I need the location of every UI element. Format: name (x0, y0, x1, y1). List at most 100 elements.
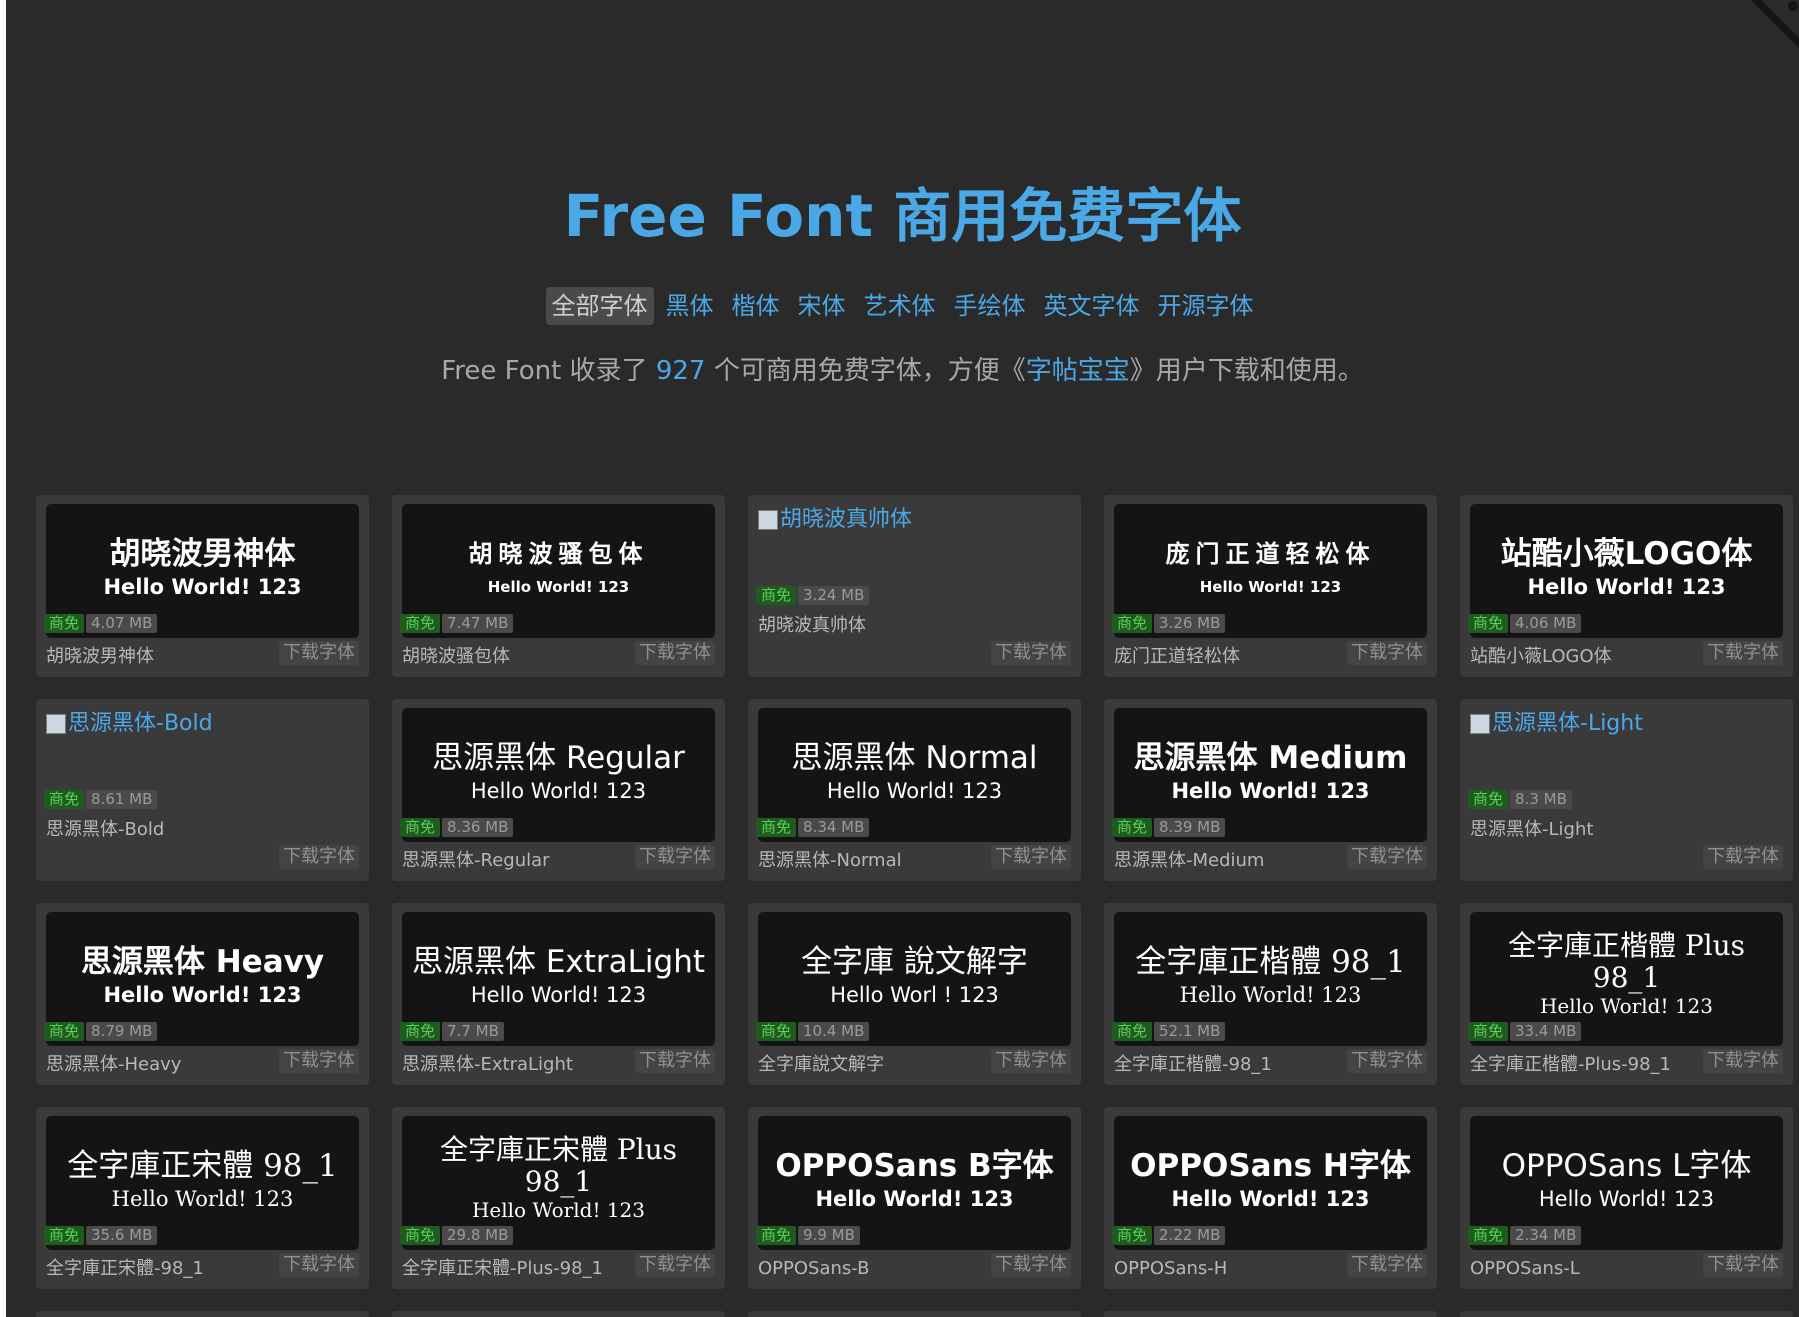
font-name[interactable]: 思源黑体-Light (1470, 818, 1593, 842)
font-card[interactable]: 思源黑体 Heavy Hello World! 123 商免 8.79 MB 思源黑体-… (36, 903, 369, 1085)
font-card[interactable]: 胡晓波骚包体 Hello World! 123 商免 7.47 MB 胡晓波骚包体 下载字… (392, 495, 725, 677)
download-button[interactable]: 下载字体 (1703, 1049, 1783, 1073)
font-name[interactable]: 站酷小薇LOGO体 (1470, 645, 1612, 669)
download-button[interactable]: 下载字体 (991, 641, 1071, 665)
download-button[interactable]: 下载字体 (991, 845, 1071, 869)
font-card[interactable]: 庞门正道轻松体 Hello World! 123 商免 3.26 MB 庞门正道轻松体下… (1104, 495, 1437, 677)
tab-1[interactable]: 黑体 (660, 287, 720, 325)
font-name[interactable]: 思源黑体-ExtraLight (402, 1053, 573, 1077)
download-button[interactable]: 下载字体 (279, 1049, 359, 1073)
download-button[interactable]: 下载字体 (635, 1049, 715, 1073)
font-name[interactable]: 思源黑体-Bold (46, 818, 164, 842)
font-name[interactable]: 全字庫正宋體-Plus-98_1 (402, 1257, 603, 1281)
download-button[interactable]: 下载字体 (635, 1253, 715, 1277)
tab-7[interactable]: 开源字体 (1152, 287, 1260, 325)
preview-hello-text: Hello Worl ! 123 (830, 983, 999, 1007)
commercial-free-badge: 商免 (400, 1022, 441, 1041)
font-card[interactable]: OPPOSans L字体 Hello World! 123 商免 2.34 MB OPP… (1460, 1107, 1793, 1289)
download-button[interactable]: 下载字体 (1347, 1253, 1427, 1277)
font-name[interactable]: 胡晓波男神体 (46, 645, 154, 669)
font-card[interactable]: 站酷小薇LOGO体 Hello World! 123 商免 4.06 MB 站酷小薇LO… (1460, 495, 1793, 677)
preview-hello-text: Hello World! 123 (470, 779, 647, 803)
commercial-free-badge: 商免 (756, 1022, 797, 1041)
tab-5[interactable]: 手绘体 (948, 287, 1032, 325)
font-name[interactable]: 思源黑体-Normal (758, 849, 902, 873)
broken-preview-image[interactable]: 思源黑体-Light (1470, 709, 1643, 739)
font-name[interactable]: 胡晓波真帅体 (758, 614, 866, 638)
font-name[interactable]: 全字庫正楷體-Plus-98_1 (1470, 1053, 1671, 1077)
tab-2[interactable]: 楷体 (726, 287, 786, 325)
font-card[interactable]: 思源黑体 Medium Hello World! 123 商免 8.39 MB 思源黑体… (1104, 699, 1437, 881)
font-name[interactable]: 思源黑体-Regular (402, 849, 550, 873)
font-meta: 商免 7.47 MB (400, 614, 514, 633)
commercial-free-badge: 商免 (44, 1226, 85, 1245)
download-button[interactable]: 下载字体 (1347, 845, 1427, 869)
intro-part2: 个可商用免费字体，方便《 (705, 356, 1026, 386)
preview-font-name: 全字庫 說文解字 (801, 944, 1028, 980)
tab-4[interactable]: 艺术体 (858, 287, 942, 325)
font-card[interactable]: 思源黑体 Normal Hello World! 123 商免 8.34 MB 思源黑体… (748, 699, 1081, 881)
font-card[interactable]: OPPOSans B字体 Hello World! 123 商免 9.9 MB OPPO… (748, 1107, 1081, 1289)
font-card[interactable]: 全字庫正楷體 Plus 98_1 Hello World! 123 商免 33.4 M… (1460, 903, 1793, 1085)
font-name[interactable]: 庞门正道轻松体 (1114, 645, 1240, 669)
font-name[interactable]: 胡晓波骚包体 (402, 645, 510, 669)
broken-preview-image[interactable]: 思源黑体-Bold (46, 709, 213, 739)
font-name[interactable]: 全字庫說文解字 (758, 1053, 884, 1077)
partial-card (748, 1311, 1081, 1317)
font-card[interactable]: OPPOSans H字体 Hello World! 123 商免 2.22 MB OPP… (1104, 1107, 1437, 1289)
font-name[interactable]: OPPOSans-L (1470, 1257, 1580, 1281)
font-card[interactable]: 胡晓波真帅体 商免 3.24 MB 胡晓波真帅体 下载字体 (748, 495, 1081, 677)
font-card[interactable]: 思源黑体 Regular Hello World! 123 商免 8.36 MB 思源黑… (392, 699, 725, 881)
font-card[interactable]: 胡晓波男神体 Hello World! 123 商免 4.07 MB 胡晓波男神体 下载字… (36, 495, 369, 677)
font-name[interactable]: 全字庫正楷體-98_1 (1114, 1053, 1272, 1077)
preview-font-name: 站酷小薇LOGO体 (1500, 536, 1753, 572)
font-name[interactable]: OPPOSans-H (1114, 1257, 1227, 1281)
commercial-free-badge: 商免 (1468, 1226, 1509, 1245)
font-card[interactable]: 全字庫正宋體 Plus 98_1 Hello World! 123 商免 29.8 M… (392, 1107, 725, 1289)
file-size: 7.47 MB (442, 614, 514, 633)
font-card[interactable]: 全字庫正宋體 98_1 Hello World! 123 商免 35.6 MB 全字庫正… (36, 1107, 369, 1289)
font-name[interactable]: 思源黑体-Medium (1114, 849, 1264, 873)
tab-0[interactable]: 全部字体 (545, 287, 654, 325)
file-size: 4.06 MB (1510, 614, 1582, 633)
download-button[interactable]: 下载字体 (1703, 641, 1783, 665)
tab-3[interactable]: 宋体 (792, 287, 852, 325)
tab-6[interactable]: 英文字体 (1038, 287, 1146, 325)
download-button[interactable]: 下载字体 (1703, 1253, 1783, 1277)
font-card[interactable]: 思源黑体-Bold 商免 8.61 MB 思源黑体-Bold 下载字体 (36, 699, 369, 881)
download-button[interactable]: 下载字体 (991, 1049, 1071, 1073)
font-meta: 商免 3.26 MB (1112, 614, 1226, 633)
download-button[interactable]: 下载字体 (279, 641, 359, 665)
broken-preview-image[interactable]: 胡晓波真帅体 (758, 505, 912, 535)
download-button[interactable]: 下载字体 (1347, 1049, 1427, 1073)
preview-font-name: 庞门正道轻松体 (1165, 540, 1376, 568)
download-button[interactable]: 下载字体 (1347, 641, 1427, 665)
preview-font-name: 思源黑体 Regular (432, 740, 685, 776)
commercial-free-badge: 商免 (400, 614, 441, 633)
file-size: 7.7 MB (442, 1022, 504, 1041)
download-button[interactable]: 下载字体 (279, 845, 359, 869)
corner-ribbon-icon[interactable] (1751, 0, 1799, 48)
font-name[interactable]: 思源黑体-Heavy (46, 1053, 181, 1077)
font-card[interactable]: 全字庫 說文解字 Hello Worl ! 123 商免 10.4 MB 全字庫說文解字… (748, 903, 1081, 1085)
download-button[interactable]: 下载字体 (1703, 845, 1783, 869)
download-button[interactable]: 下载字体 (991, 1253, 1071, 1277)
font-card[interactable]: 思源黑体-Light 商免 8.3 MB 思源黑体-Light 下载字体 (1460, 699, 1793, 881)
download-button[interactable]: 下载字体 (279, 1253, 359, 1277)
preview-font-name: OPPOSans H字体 (1130, 1148, 1411, 1184)
font-card[interactable]: 思源黑体 ExtraLight Hello World! 123 商免 7.7 MB 思… (392, 903, 725, 1085)
commercial-free-badge: 商免 (400, 1226, 441, 1245)
download-button[interactable]: 下载字体 (635, 845, 715, 869)
download-button[interactable]: 下载字体 (635, 641, 715, 665)
preview-alt-text: 胡晓波真帅体 (780, 507, 913, 532)
font-name[interactable]: OPPOSans-B (758, 1257, 870, 1281)
preview-font-name: 胡晓波男神体 (109, 536, 296, 572)
preview-font-name: 全字庫正楷體 98_1 (1135, 944, 1406, 980)
preview-font-name: 胡晓波骚包体 (468, 540, 649, 568)
preview-hello-text: Hello World! 123 (1171, 779, 1370, 803)
zitie-link[interactable]: 字帖宝宝 (1026, 356, 1130, 386)
next-row-partial (6, 1311, 1799, 1317)
intro-part3: 》用户下载和使用。 (1129, 356, 1364, 386)
font-card[interactable]: 全字庫正楷體 98_1 Hello World! 123 商免 52.1 MB 全字庫正… (1104, 903, 1437, 1085)
font-name[interactable]: 全字庫正宋體-98_1 (46, 1257, 204, 1281)
